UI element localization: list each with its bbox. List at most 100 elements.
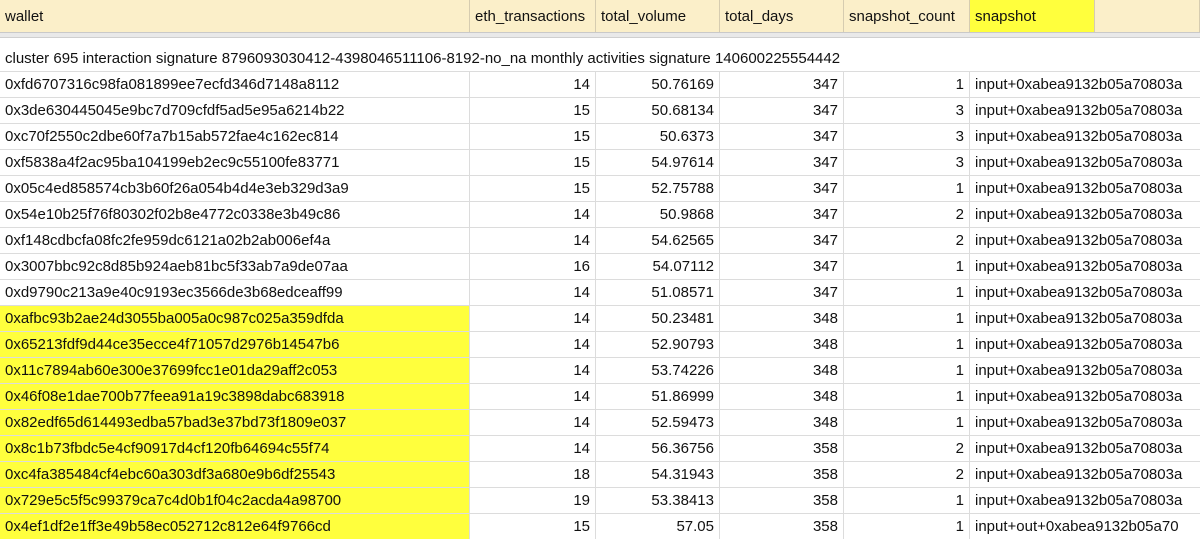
- cell-snapshot[interactable]: input+0xabea9132b05a70803a: [970, 150, 1182, 175]
- cell-eth-transactions[interactable]: 14: [470, 332, 596, 357]
- cell-total-days[interactable]: 348: [720, 306, 844, 331]
- cell-total-days[interactable]: 348: [720, 332, 844, 357]
- table-row[interactable]: 0x4ef1df2e1ff3e49b58ec052712c812e64f9766…: [0, 514, 1200, 539]
- cell-eth-transactions[interactable]: 14: [470, 306, 596, 331]
- table-row[interactable]: 0x65213fdf9d44ce35ecce4f71057d2976b14547…: [0, 332, 1200, 358]
- cell-total-volume[interactable]: 50.23481: [596, 306, 720, 331]
- cell-wallet[interactable]: 0xafbc93b2ae24d3055ba005a0c987c025a359df…: [0, 306, 470, 331]
- cell-snapshot-count[interactable]: 1: [844, 384, 970, 409]
- cell-total-volume[interactable]: 50.76169: [596, 72, 720, 97]
- cell-eth-transactions[interactable]: 14: [470, 384, 596, 409]
- cell-total-volume[interactable]: 50.9868: [596, 202, 720, 227]
- table-row[interactable]: 0xafbc93b2ae24d3055ba005a0c987c025a359df…: [0, 306, 1200, 332]
- cell-snapshot[interactable]: input+0xabea9132b05a70803a: [970, 72, 1182, 97]
- cell-wallet[interactable]: 0x3007bbc92c8d85b924aeb81bc5f33ab7a9de07…: [0, 254, 470, 279]
- cell-total-days[interactable]: 347: [720, 72, 844, 97]
- cell-eth-transactions[interactable]: 14: [470, 280, 596, 305]
- cell-total-volume[interactable]: 52.59473: [596, 410, 720, 435]
- cell-wallet[interactable]: 0x4ef1df2e1ff3e49b58ec052712c812e64f9766…: [0, 514, 470, 539]
- cell-snapshot[interactable]: input+0xabea9132b05a70803a: [970, 202, 1182, 227]
- frozen-pane-divider[interactable]: [0, 33, 1200, 38]
- cell-total-days[interactable]: 348: [720, 358, 844, 383]
- cell-total-volume[interactable]: 50.68134: [596, 98, 720, 123]
- cell-total-days[interactable]: 347: [720, 254, 844, 279]
- cell-wallet[interactable]: 0x05c4ed858574cb3b60f26a054b4d4e3eb329d3…: [0, 176, 470, 201]
- cell-total-volume[interactable]: 57.05: [596, 514, 720, 539]
- cell-snapshot-count[interactable]: 3: [844, 124, 970, 149]
- cell-snapshot-count[interactable]: 1: [844, 254, 970, 279]
- cell-snapshot[interactable]: input+0xabea9132b05a70803a: [970, 384, 1182, 409]
- cell-snapshot[interactable]: input+0xabea9132b05a70803a: [970, 410, 1182, 435]
- cell-wallet[interactable]: 0x729e5c5f5c99379ca7c4d0b1f04c2acda4a987…: [0, 488, 470, 513]
- cell-total-days[interactable]: 358: [720, 462, 844, 487]
- cell-snapshot-count[interactable]: 1: [844, 332, 970, 357]
- table-row[interactable]: 0xf5838a4f2ac95ba104199eb2ec9c55100fe837…: [0, 150, 1200, 176]
- cell-eth-transactions[interactable]: 15: [470, 98, 596, 123]
- cell-snapshot-count[interactable]: 3: [844, 150, 970, 175]
- cell-eth-transactions[interactable]: 14: [470, 72, 596, 97]
- table-row[interactable]: 0xc70f2550c2dbe60f7a7b15ab572fae4c162ec8…: [0, 124, 1200, 150]
- table-row[interactable]: 0xc4fa385484cf4ebc60a303df3a680e9b6df255…: [0, 462, 1200, 488]
- column-header-eth-transactions[interactable]: eth_transactions: [470, 0, 596, 32]
- cell-wallet[interactable]: 0xc70f2550c2dbe60f7a7b15ab572fae4c162ec8…: [0, 124, 470, 149]
- cell-wallet[interactable]: 0x3de630445045e9bc7d709cfdf5ad5e95a6214b…: [0, 98, 470, 123]
- cell-total-days[interactable]: 358: [720, 488, 844, 513]
- cell-eth-transactions[interactable]: 16: [470, 254, 596, 279]
- cell-snapshot-count[interactable]: 1: [844, 488, 970, 513]
- cell-eth-transactions[interactable]: 15: [470, 150, 596, 175]
- cell-snapshot-count[interactable]: 2: [844, 228, 970, 253]
- table-row[interactable]: 0xf148cdbcfa08fc2fe959dc6121a02b2ab006ef…: [0, 228, 1200, 254]
- table-row[interactable]: 0x3007bbc92c8d85b924aeb81bc5f33ab7a9de07…: [0, 254, 1200, 280]
- cell-snapshot[interactable]: input+0xabea9132b05a70803a: [970, 488, 1182, 513]
- cell-snapshot[interactable]: input+0xabea9132b05a70803a: [970, 332, 1182, 357]
- cell-snapshot-count[interactable]: 1: [844, 72, 970, 97]
- column-header-total-days[interactable]: total_days: [720, 0, 844, 32]
- cell-total-volume[interactable]: 53.38413: [596, 488, 720, 513]
- cell-eth-transactions[interactable]: 15: [470, 514, 596, 539]
- cell-snapshot[interactable]: input+0xabea9132b05a70803a: [970, 124, 1182, 149]
- cell-total-volume[interactable]: 56.36756: [596, 436, 720, 461]
- column-header-snapshot-count[interactable]: snapshot_count: [844, 0, 970, 32]
- table-row[interactable]: 0x05c4ed858574cb3b60f26a054b4d4e3eb329d3…: [0, 176, 1200, 202]
- cell-snapshot[interactable]: input+0xabea9132b05a70803a: [970, 358, 1182, 383]
- cell-eth-transactions[interactable]: 14: [470, 228, 596, 253]
- cell-eth-transactions[interactable]: 19: [470, 488, 596, 513]
- cell-total-days[interactable]: 347: [720, 280, 844, 305]
- cell-total-volume[interactable]: 51.86999: [596, 384, 720, 409]
- cell-wallet[interactable]: 0x11c7894ab60e300e37699fcc1e01da29aff2c0…: [0, 358, 470, 383]
- cell-total-volume[interactable]: 54.07112: [596, 254, 720, 279]
- cell-snapshot-count[interactable]: 3: [844, 98, 970, 123]
- table-row[interactable]: 0x8c1b73fbdc5e4cf90917d4cf120fb64694c55f…: [0, 436, 1200, 462]
- column-header-wallet[interactable]: wallet: [0, 0, 470, 32]
- cell-eth-transactions[interactable]: 14: [470, 202, 596, 227]
- cell-snapshot-count[interactable]: 2: [844, 462, 970, 487]
- cell-snapshot[interactable]: input+0xabea9132b05a70803a: [970, 436, 1182, 461]
- cell-total-volume[interactable]: 54.31943: [596, 462, 720, 487]
- cell-wallet[interactable]: 0x82edf65d614493edba57bad3e37bd73f1809e0…: [0, 410, 470, 435]
- cell-total-volume[interactable]: 53.74226: [596, 358, 720, 383]
- cell-total-volume[interactable]: 51.08571: [596, 280, 720, 305]
- cell-snapshot-count[interactable]: 1: [844, 358, 970, 383]
- cell-eth-transactions[interactable]: 14: [470, 436, 596, 461]
- cell-total-volume[interactable]: 54.97614: [596, 150, 720, 175]
- cell-snapshot[interactable]: input+0xabea9132b05a70803a: [970, 254, 1182, 279]
- table-row[interactable]: 0x3de630445045e9bc7d709cfdf5ad5e95a6214b…: [0, 98, 1200, 124]
- cell-snapshot-count[interactable]: 1: [844, 410, 970, 435]
- cell-wallet[interactable]: 0x54e10b25f76f80302f02b8e4772c0338e3b49c…: [0, 202, 470, 227]
- cell-total-days[interactable]: 347: [720, 98, 844, 123]
- cluster-banner-row[interactable]: cluster 695 interaction signature 879609…: [0, 46, 1200, 72]
- cell-wallet[interactable]: 0x8c1b73fbdc5e4cf90917d4cf120fb64694c55f…: [0, 436, 470, 461]
- cell-eth-transactions[interactable]: 14: [470, 358, 596, 383]
- cell-wallet[interactable]: 0x65213fdf9d44ce35ecce4f71057d2976b14547…: [0, 332, 470, 357]
- cell-total-days[interactable]: 347: [720, 228, 844, 253]
- cell-eth-transactions[interactable]: 15: [470, 124, 596, 149]
- table-row[interactable]: 0x11c7894ab60e300e37699fcc1e01da29aff2c0…: [0, 358, 1200, 384]
- cell-total-days[interactable]: 348: [720, 384, 844, 409]
- cell-snapshot-count[interactable]: 1: [844, 280, 970, 305]
- table-row[interactable]: 0x82edf65d614493edba57bad3e37bd73f1809e0…: [0, 410, 1200, 436]
- cell-snapshot-count[interactable]: 1: [844, 514, 970, 539]
- cell-wallet[interactable]: 0xf5838a4f2ac95ba104199eb2ec9c55100fe837…: [0, 150, 470, 175]
- cell-total-volume[interactable]: 54.62565: [596, 228, 720, 253]
- cell-snapshot-count[interactable]: 1: [844, 306, 970, 331]
- cell-total-days[interactable]: 347: [720, 124, 844, 149]
